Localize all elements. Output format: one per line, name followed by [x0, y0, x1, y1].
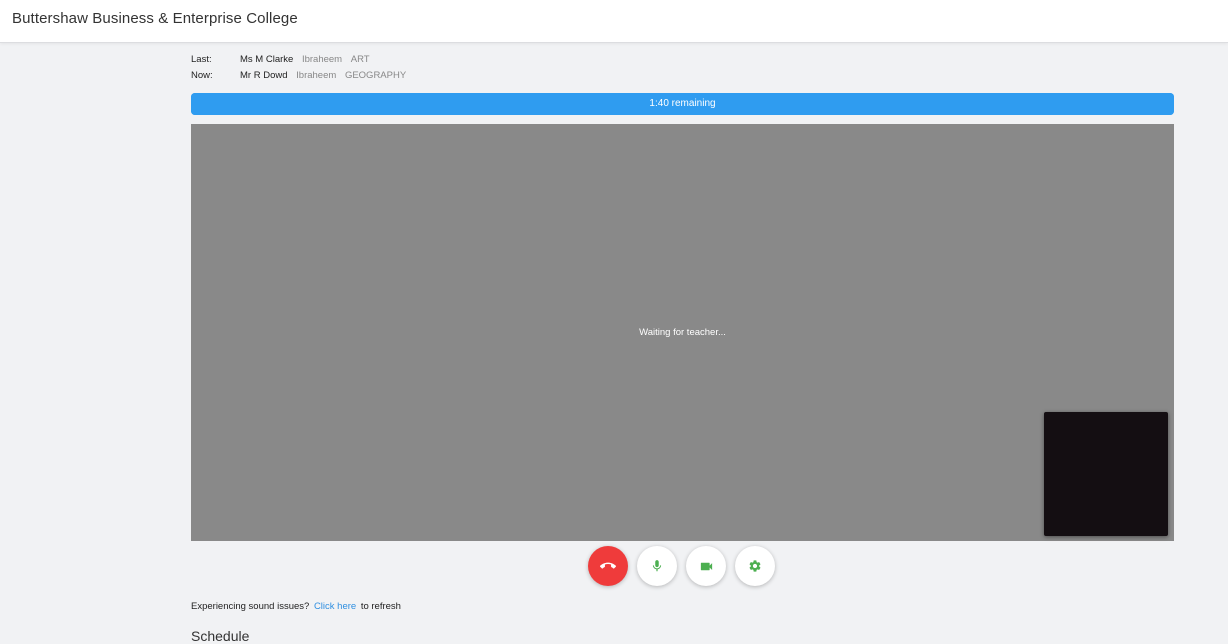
current-lesson-student: Ibraheem	[296, 70, 337, 81]
refresh-link[interactable]: Click here	[314, 601, 356, 612]
self-video-preview	[1044, 412, 1168, 536]
phone-hangup-icon	[600, 558, 616, 574]
remote-video-area: Waiting for teacher...	[191, 124, 1174, 541]
schedule-heading: Schedule	[191, 628, 250, 644]
microphone-button[interactable]	[637, 546, 677, 586]
gear-icon	[748, 559, 762, 573]
settings-button[interactable]	[735, 546, 775, 586]
current-lesson-teacher: Mr R Dowd	[240, 70, 288, 81]
video-status-text: Waiting for teacher...	[639, 327, 726, 338]
current-lesson-key: Now:	[191, 70, 213, 81]
last-lesson-teacher: Ms M Clarke	[240, 54, 294, 65]
top-bar: Buttershaw Business & Enterprise College	[0, 0, 1228, 43]
main-content: Last: Ms M Clarke Ibraheem ART Now: Mr R…	[191, 43, 1174, 644]
video-camera-icon	[699, 559, 714, 574]
hangup-button[interactable]	[588, 546, 628, 586]
time-remaining-text: 1:40 remaining	[649, 98, 716, 109]
microphone-icon	[650, 559, 664, 573]
current-lesson-subject: GEOGRAPHY	[344, 70, 407, 81]
time-remaining-bar: 1:40 remaining	[191, 93, 1174, 115]
current-lesson-info: Mr R Dowd Ibraheem GEOGRAPHY	[240, 70, 406, 81]
last-lesson-info: Ms M Clarke Ibraheem ART	[240, 54, 370, 65]
last-lesson-key: Last:	[191, 54, 212, 65]
camera-button[interactable]	[686, 546, 726, 586]
sound-issues-row: Experiencing sound issues? Click here to…	[191, 601, 401, 612]
last-lesson-subject: ART	[350, 54, 370, 65]
last-lesson-student: Ibraheem	[301, 54, 343, 65]
sound-issues-suffix: to refresh	[360, 601, 401, 612]
sound-issues-text: Experiencing sound issues?	[191, 601, 310, 612]
app-title: Buttershaw Business & Enterprise College	[12, 10, 298, 27]
